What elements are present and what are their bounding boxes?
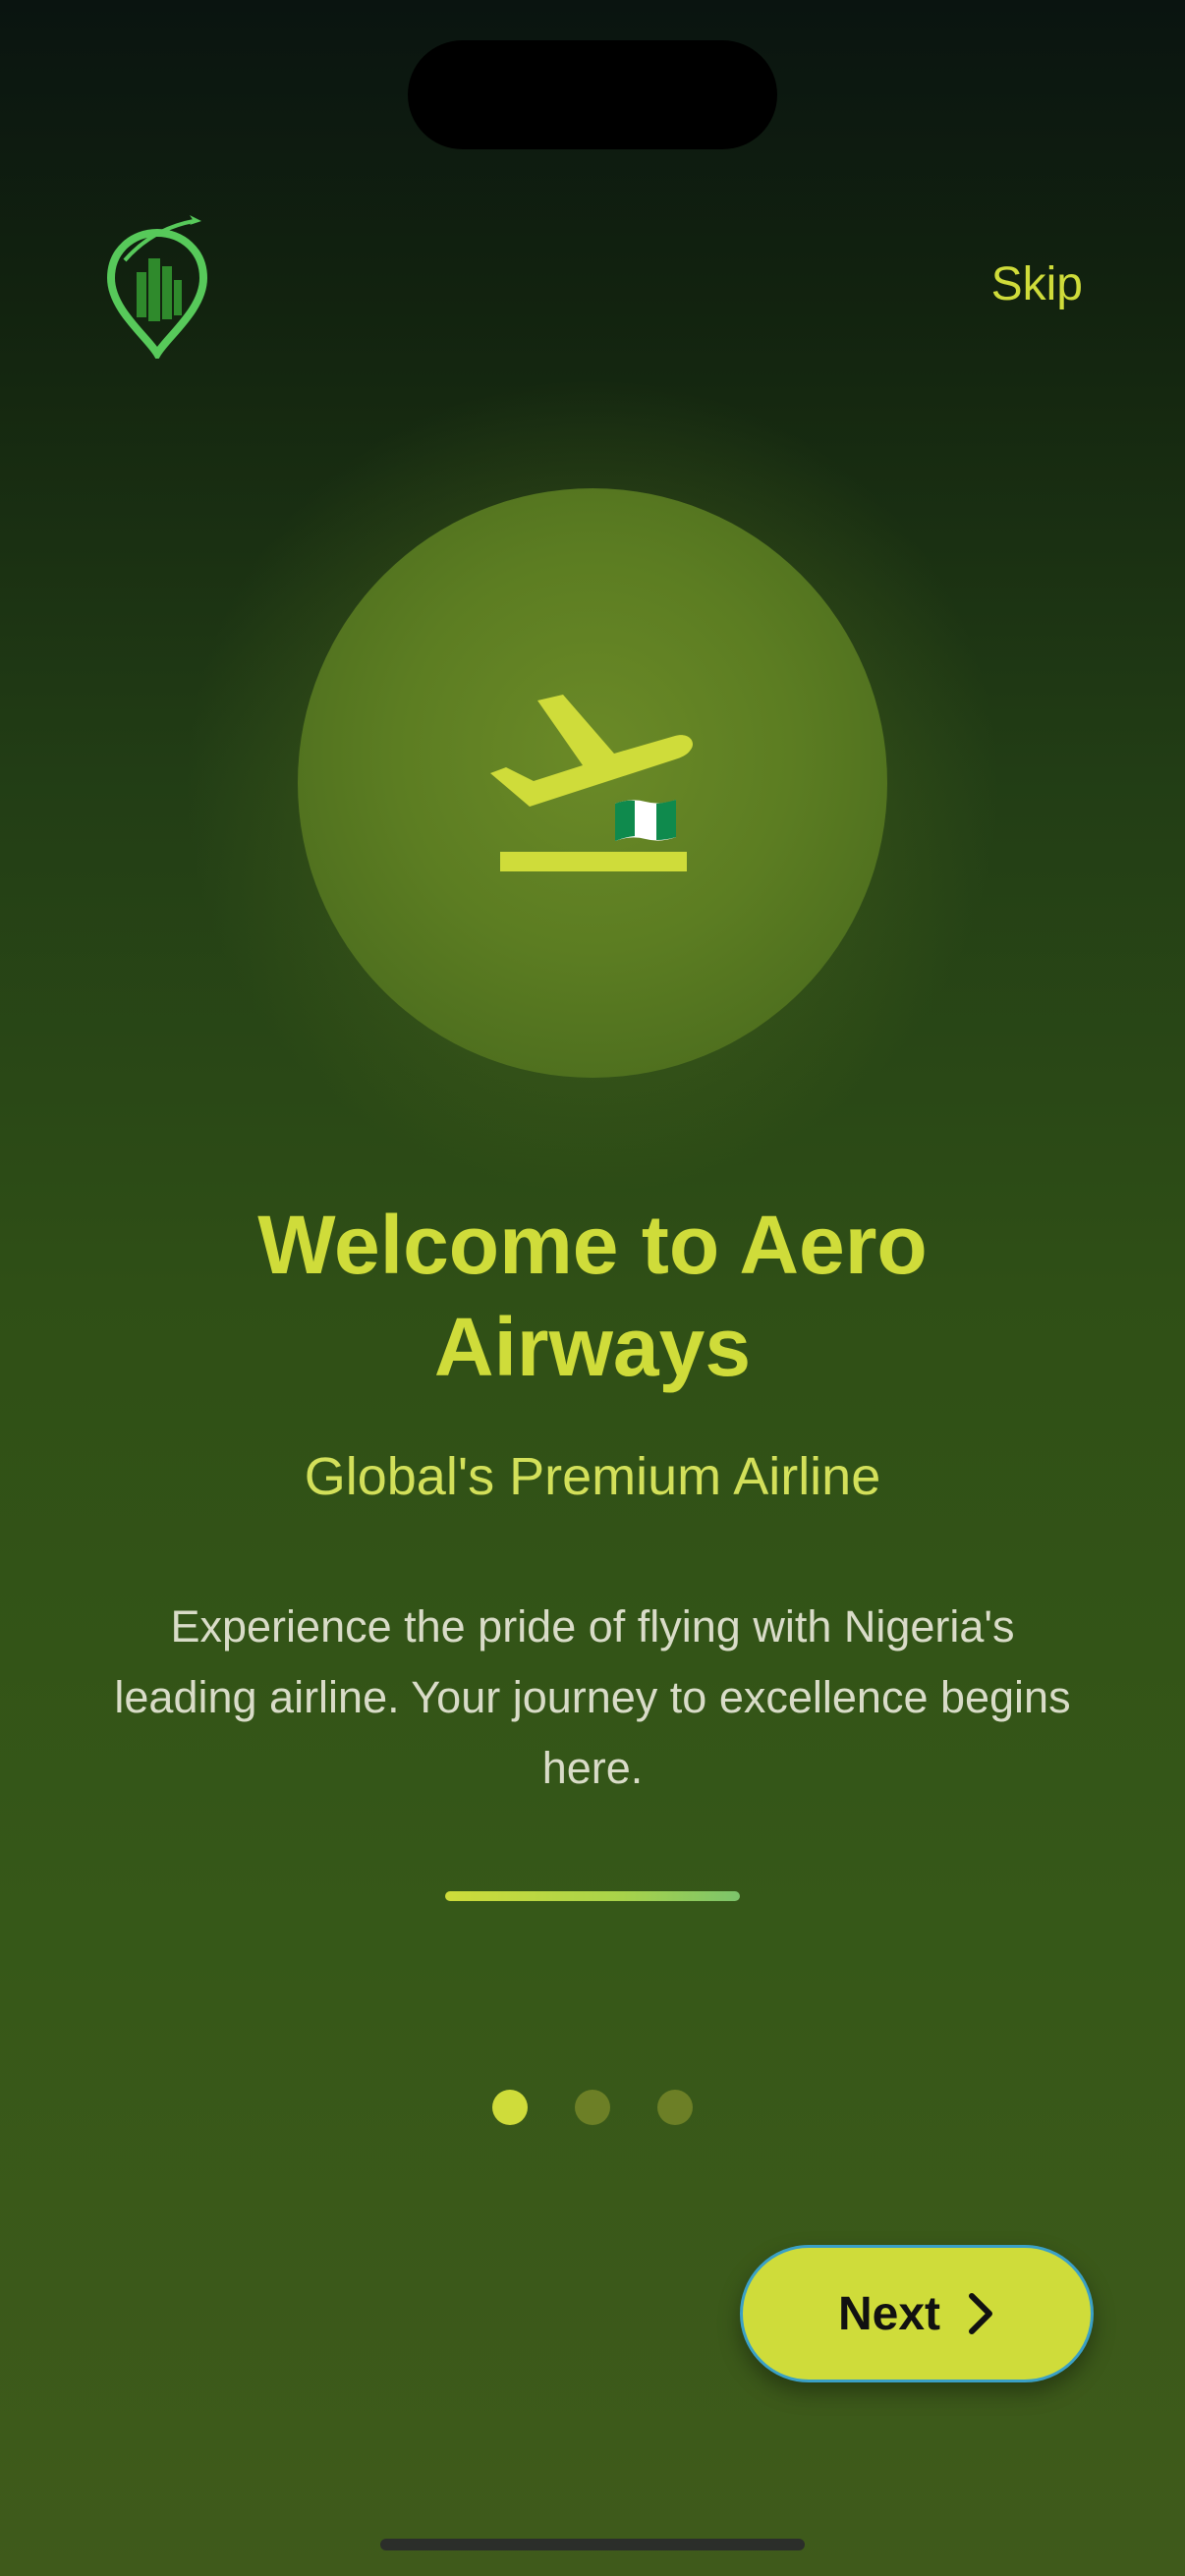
welcome-title: Welcome to Aero Airways — [257, 1199, 928, 1393]
page-dot-3[interactable] — [657, 2090, 693, 2125]
dynamic-island — [408, 40, 777, 149]
skip-button[interactable]: Skip — [991, 257, 1083, 311]
chevron-right-icon — [966, 2292, 995, 2335]
welcome-description: Experience the pride of flying with Nige… — [114, 1601, 1071, 1793]
tagline: Global's Premium Airline — [304, 1447, 881, 1506]
page-dot-2[interactable] — [575, 2090, 610, 2125]
app-logo-icon — [103, 211, 211, 362]
nigeria-flag-icon — [613, 798, 678, 843]
home-indicator[interactable] — [380, 2539, 805, 2550]
next-button-label: Next — [837, 2287, 941, 2340]
accent-divider — [445, 1891, 740, 1901]
page-indicator — [0, 2090, 1185, 2125]
next-button[interactable]: Next — [740, 2245, 1094, 2382]
onboarding-screen: Skip Welcome to Aero Airways Global's Pr… — [0, 0, 1185, 2576]
flight-takeoff-icon — [488, 695, 697, 875]
page-dot-1[interactable] — [492, 2090, 528, 2125]
